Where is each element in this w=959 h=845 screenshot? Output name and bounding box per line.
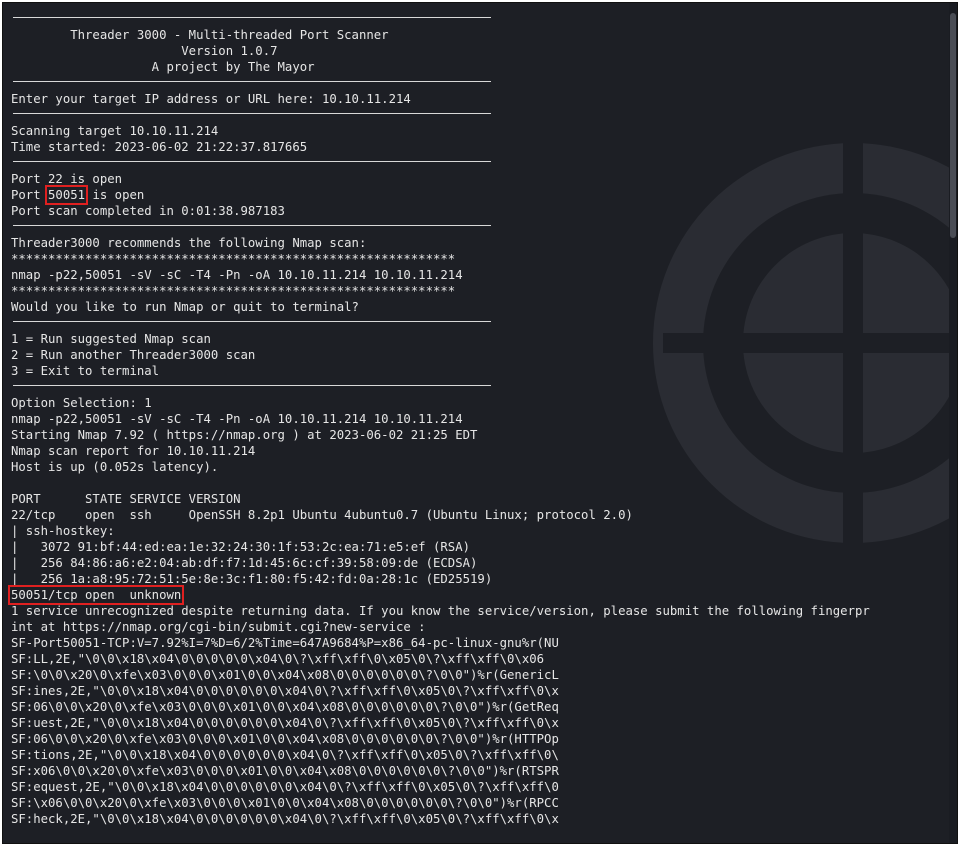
terminal-line: SF:heck,2E,"\0\0\x18\x04\0\0\0\0\0\0\x04… bbox=[11, 812, 559, 826]
line-text: Port bbox=[11, 188, 49, 202]
highlight-box: 50051 bbox=[45, 185, 89, 205]
terminal-line: |_ 256 1a:a8:95:72:51:5e:8e:3c:f1:80:f5:… bbox=[11, 572, 493, 586]
terminal-line: Threader 3000 - Multi-threaded Port Scan… bbox=[11, 28, 389, 42]
terminal-output: Threader 3000 - Multi-threaded Port Scan… bbox=[7, 11, 870, 827]
terminal-line: SF:tions,2E,"\0\0\x18\x04\0\0\0\0\0\0\x0… bbox=[11, 748, 559, 762]
separator-line bbox=[11, 107, 870, 123]
terminal-line-highlighted: 50051/tcp open unknown bbox=[7, 585, 870, 605]
terminal-line-highlighted: Port 50051 is open bbox=[11, 185, 870, 205]
highlight-box: 50051/tcp open unknown bbox=[7, 585, 185, 605]
separator-line bbox=[11, 75, 870, 91]
terminal-line: | 3072 91:bf:44:ed:ea:1e:32:24:30:1f:53:… bbox=[11, 540, 471, 554]
terminal-line: ****************************************… bbox=[11, 252, 456, 266]
terminal-line: Nmap scan report for 10.10.11.214 bbox=[11, 444, 256, 458]
terminal-line: Would you like to run Nmap or quit to te… bbox=[11, 300, 359, 314]
terminal-line: ****************************************… bbox=[11, 284, 456, 298]
terminal-line: SF:\x06\0\0\x20\0\xfe\x03\0\0\0\x01\0\0\… bbox=[11, 796, 559, 810]
scrollbar-thumb[interactable] bbox=[950, 13, 956, 238]
terminal-line: SF-Port50051-TCP:V=7.92%I=7%D=6/2%Time=6… bbox=[11, 636, 559, 650]
separator-line bbox=[11, 379, 870, 395]
terminal-line: 1 = Run suggested Nmap scan bbox=[11, 332, 211, 346]
terminal-line: SF:LL,2E,"\0\0\x18\x04\0\0\0\0\0\x04\0\?… bbox=[11, 652, 545, 666]
terminal-line: SF:ines,2E,"\0\0\x18\x04\0\0\0\0\0\0\x04… bbox=[11, 684, 559, 698]
terminal-line: Version 1.0.7 bbox=[11, 44, 278, 58]
terminal-line: SF:06\0\0\x20\0\xfe\x03\0\0\0\x01\0\0\x0… bbox=[11, 700, 559, 714]
terminal-line: int at https://nmap.org/cgi-bin/submit.c… bbox=[11, 620, 426, 634]
terminal-line: Enter your target IP address or URL here… bbox=[11, 92, 411, 106]
terminal-line: | ssh-hostkey: bbox=[11, 524, 115, 538]
terminal-line: Threader3000 recommends the following Nm… bbox=[11, 236, 367, 250]
terminal-line: Starting Nmap 7.92 ( https://nmap.org ) … bbox=[11, 428, 478, 442]
terminal-line: SF:uest,2E,"\0\0\x18\x04\0\0\0\0\0\0\x04… bbox=[11, 716, 559, 730]
terminal-line: 22/tcp open ssh OpenSSH 8.2p1 Ubuntu 4ub… bbox=[11, 508, 633, 522]
terminal-line: Host is up (0.052s latency). bbox=[11, 460, 219, 474]
separator-line bbox=[11, 11, 870, 27]
terminal-window[interactable]: Threader 3000 - Multi-threaded Port Scan… bbox=[2, 2, 958, 844]
terminal-line: Port 22 is open bbox=[11, 172, 123, 186]
terminal-line: Option Selection: 1 bbox=[11, 396, 152, 410]
terminal-line: Time started: 2023-06-02 21:22:37.817665 bbox=[11, 140, 308, 154]
terminal-line: Scanning target 10.10.11.214 bbox=[11, 124, 219, 138]
terminal-line: SF:equest,2E,"\0\0\x18\x04\0\0\0\0\0\0\x… bbox=[11, 780, 559, 794]
terminal-line: | 256 84:86:a6:e2:04:ab:df:f7:1d:45:6c:c… bbox=[11, 556, 478, 570]
terminal-line: PORT STATE SERVICE VERSION bbox=[11, 492, 241, 506]
separator-line bbox=[11, 155, 870, 171]
terminal-line: 2 = Run another Threader3000 scan bbox=[11, 348, 256, 362]
terminal-line: nmap -p22,50051 -sV -sC -T4 -Pn -oA 10.1… bbox=[11, 268, 463, 282]
terminal-scrollbar[interactable] bbox=[949, 3, 957, 843]
terminal-line: Port scan completed in 0:01:38.987183 bbox=[11, 204, 285, 218]
terminal-line: 3 = Exit to terminal bbox=[11, 364, 160, 378]
terminal-line: 1 service unrecognized despite returning… bbox=[11, 604, 870, 618]
terminal-line: SF:\0\0\x20\0\xfe\x03\0\0\0\x01\0\0\x04\… bbox=[11, 668, 559, 682]
line-text: is open bbox=[85, 188, 145, 202]
separator-line bbox=[11, 219, 870, 235]
terminal-line: A project by The Mayor bbox=[11, 60, 315, 74]
terminal-line: SF:06\0\0\x20\0\xfe\x03\0\0\0\x01\0\0\x0… bbox=[11, 732, 559, 746]
separator-line bbox=[11, 315, 870, 331]
terminal-line: SF:x06\0\0\x20\0\xfe\x03\0\0\0\x01\0\0\x… bbox=[11, 764, 559, 778]
terminal-line: nmap -p22,50051 -sV -sC -T4 -Pn -oA 10.1… bbox=[11, 412, 463, 426]
